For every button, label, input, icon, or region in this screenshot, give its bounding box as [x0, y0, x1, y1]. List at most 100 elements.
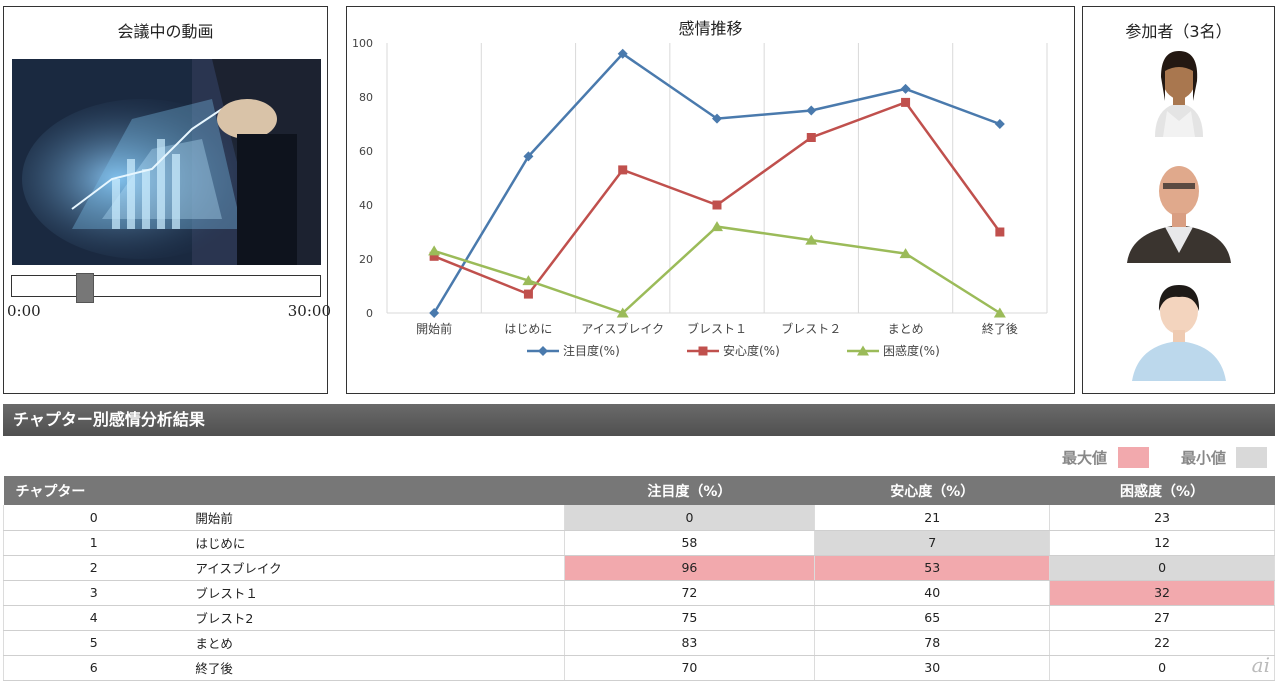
seek-thumb[interactable]: [76, 273, 95, 303]
header-chapter[interactable]: チャプター: [3, 476, 184, 505]
x-tick-label: ブレスト２: [781, 321, 841, 336]
y-tick-label: 0: [366, 307, 373, 320]
confusion-cell: 12: [1049, 530, 1275, 556]
participants-panel: 参加者（3名）: [1082, 6, 1275, 394]
chapter-name-cell: はじめに: [183, 530, 565, 556]
x-tick-label: 開始前: [416, 321, 452, 336]
video-panel: 会議中の動画 0:00 30:00: [3, 6, 331, 394]
video-thumbnail-icon: [12, 59, 321, 265]
relief-cell: 40: [814, 580, 1050, 606]
confusion-cell: 27: [1049, 605, 1275, 631]
data-point: [806, 105, 817, 116]
chapter-number-cell: 3: [3, 580, 184, 606]
female-avatar-icon: [1154, 51, 1203, 137]
time-end: 30:00: [287, 302, 331, 320]
chapter-name-cell: ブレスト１: [183, 580, 565, 606]
table-row[interactable]: 5 まとめ 83 78 22: [3, 630, 1275, 656]
participant-avatar-2[interactable]: [1123, 157, 1235, 267]
table-row[interactable]: 1 はじめに 58 7 12: [3, 530, 1275, 556]
relief-cell: 30: [814, 655, 1050, 681]
x-tick-label: はじめに: [504, 322, 552, 336]
female-avatar-icon: [1131, 285, 1226, 381]
participant-avatar-1[interactable]: [1133, 41, 1225, 141]
participants-title: 参加者（3名）: [1125, 22, 1232, 41]
data-point: [618, 165, 628, 175]
data-point: [995, 227, 1005, 237]
attention-cell: 96: [563, 555, 815, 581]
chapter-name-cell: 開始前: [183, 505, 565, 531]
attention-cell: 75: [563, 605, 815, 631]
relief-cell: 53: [814, 555, 1050, 581]
chapter-name-cell: 終了後: [183, 655, 565, 681]
participant-avatar-3[interactable]: [1128, 275, 1230, 385]
data-point: [901, 97, 911, 107]
data-point: [712, 200, 722, 210]
data-point: [428, 245, 441, 256]
table-row[interactable]: 4 ブレスト2 75 65 27: [3, 605, 1275, 631]
data-point: [806, 133, 816, 142]
table-row[interactable]: 0 開始前 0 21 23: [3, 505, 1275, 531]
attention-cell: 72: [563, 580, 815, 606]
table-row[interactable]: 3 ブレスト１ 72 40 32: [3, 580, 1275, 606]
series-line-1: [433, 100, 1001, 296]
y-tick-label: 60: [359, 145, 373, 158]
series-line-2: [433, 225, 1001, 315]
series-line-0: [433, 52, 1001, 314]
y-tick-label: 40: [359, 199, 373, 212]
relief-cell: 7: [814, 530, 1050, 556]
x-tick-label: ブレスト１: [687, 321, 747, 336]
attention-cell: 0: [563, 505, 815, 531]
confusion-cell: 0: [1049, 655, 1275, 681]
data-point: [523, 289, 533, 299]
chapter-number-cell: 0: [3, 505, 184, 531]
confusion-cell: 32: [1049, 580, 1275, 606]
chapter-name-cell: ブレスト2: [183, 605, 565, 631]
seek-bar[interactable]: [11, 273, 321, 303]
table-row[interactable]: 6 終了後 70 30 0: [3, 655, 1275, 681]
chapter-number-cell: 4: [3, 605, 184, 631]
attention-cell: 83: [563, 630, 815, 656]
chart-panel: 感情推移 0 20 40 60 80 100 開始前 はじめに アイスブレイク ブレスト１ ブレスト…: [346, 6, 1075, 394]
min-value-swatch: [1236, 447, 1267, 468]
x-tick-label: 終了後: [982, 321, 1018, 336]
chapter-number-cell: 5: [3, 630, 184, 656]
confusion-cell: 0: [1049, 555, 1275, 581]
x-tick-label: アイスブレイク: [581, 321, 664, 336]
header-relief[interactable]: 安心度（%）: [814, 476, 1050, 505]
legend-marker: [698, 346, 708, 356]
table-row[interactable]: 2 アイスブレイク 96 53 0: [3, 555, 1275, 581]
chapter-name-cell: アイスブレイク: [183, 555, 565, 581]
video-title: 会議中の動画: [117, 22, 214, 41]
legend-label: 困惑度(%): [883, 343, 940, 358]
attention-cell: 70: [563, 655, 815, 681]
header-attention[interactable]: 注目度（%）: [564, 476, 815, 505]
relief-cell: 78: [814, 630, 1050, 656]
legend-label: 安心度(%): [723, 343, 780, 358]
y-tick-label: 100: [352, 37, 373, 50]
min-value-label: 最小値: [1181, 449, 1227, 467]
data-point: [994, 119, 1005, 129]
chapter-result-table: チャプター 注目度（%） 安心度（%） 困惑度（%） 0 開始前 0 21 23 1 はじめ…: [3, 476, 1275, 681]
attention-cell: 58: [563, 530, 815, 556]
header-chapter-name: [183, 476, 565, 505]
max-value-label: 最大値: [1062, 449, 1108, 467]
watermark-logo: ai: [1251, 653, 1270, 677]
y-tick-label: 20: [359, 253, 373, 266]
max-value-swatch: [1118, 447, 1149, 468]
relief-cell: 65: [814, 605, 1050, 631]
legend-label: 注目度(%): [563, 343, 620, 358]
table-header-row: チャプター 注目度（%） 安心度（%） 困惑度（%）: [3, 476, 1275, 505]
chapter-number-cell: 1: [3, 530, 184, 556]
y-tick-label: 80: [359, 91, 373, 104]
chapter-number-cell: 2: [3, 555, 184, 581]
male-avatar-icon: [1126, 166, 1231, 263]
time-start: 0:00: [7, 302, 41, 320]
relief-cell: 21: [814, 505, 1050, 531]
confusion-cell: 22: [1049, 630, 1275, 656]
chapter-name-cell: まとめ: [183, 630, 565, 656]
chapter-number-cell: 6: [3, 655, 184, 681]
section-header: チャプター別感情分析結果: [3, 404, 1275, 436]
confusion-cell: 23: [1049, 505, 1275, 531]
header-confusion[interactable]: 困惑度（%）: [1049, 476, 1275, 505]
video-player[interactable]: [12, 59, 321, 265]
